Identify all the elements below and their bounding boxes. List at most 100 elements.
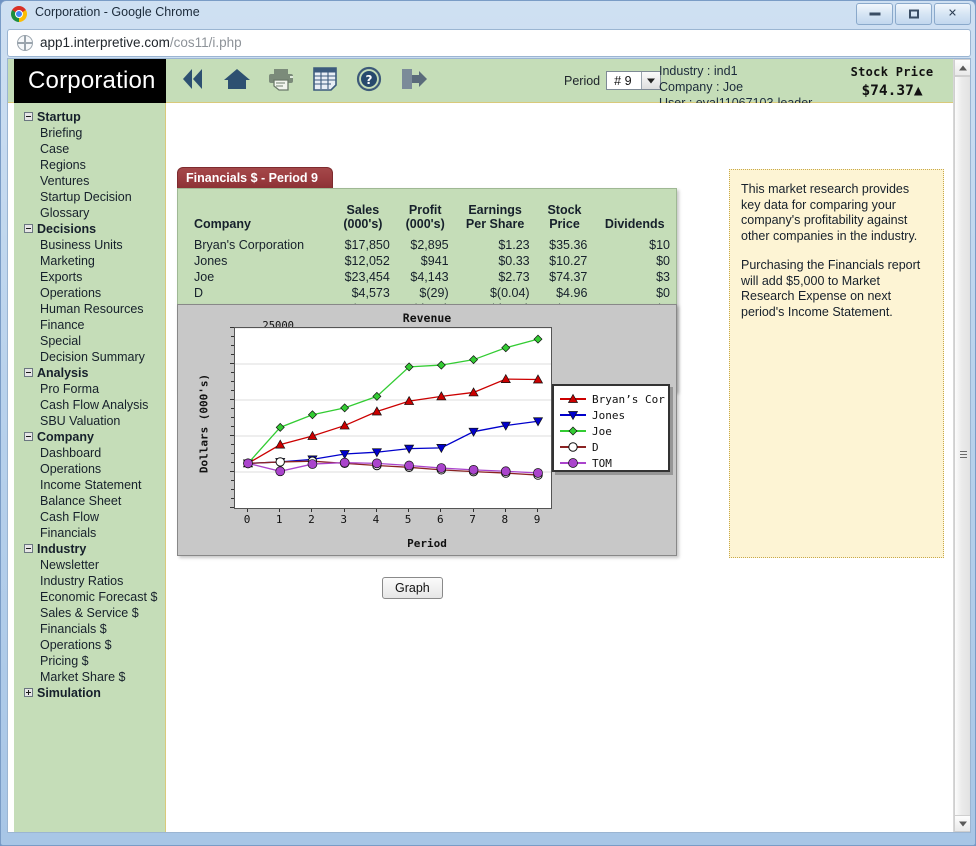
minus-icon[interactable] bbox=[24, 112, 33, 121]
stock-price-label: Stock Price bbox=[836, 65, 948, 79]
chart-x-tick-label: 6 bbox=[432, 513, 448, 526]
plus-icon[interactable] bbox=[24, 688, 33, 697]
sidebar-group-label: Decisions bbox=[37, 222, 96, 236]
sidebar-item-exports[interactable]: Exports bbox=[14, 269, 165, 285]
sidebar-item-pro-forma[interactable]: Pro Forma bbox=[14, 381, 165, 397]
minus-icon[interactable] bbox=[24, 368, 33, 377]
sidebar-item-newsletter[interactable]: Newsletter bbox=[14, 557, 165, 573]
sidebar-group-startup[interactable]: Startup bbox=[14, 109, 165, 125]
sidebar-item-economic-forecast[interactable]: Economic Forecast $ bbox=[14, 589, 165, 605]
sidebar-item-market-share[interactable]: Market Share $ bbox=[14, 669, 165, 685]
cell-eps: $(0.04) bbox=[455, 285, 536, 301]
sidebar-group-analysis[interactable]: Analysis bbox=[14, 365, 165, 381]
sidebar-item-sbu-valuation[interactable]: SBU Valuation bbox=[14, 413, 165, 429]
page-scrollbar[interactable] bbox=[953, 59, 970, 832]
chrome-logo-icon bbox=[11, 6, 27, 22]
scroll-up-button[interactable] bbox=[954, 59, 971, 76]
chart-x-tick-label: 4 bbox=[368, 513, 384, 526]
close-button[interactable]: ✕ bbox=[934, 3, 971, 25]
minimize-button[interactable] bbox=[856, 3, 893, 25]
sidebar-item-marketing[interactable]: Marketing bbox=[14, 253, 165, 269]
sidebar-group-simulation[interactable]: Simulation bbox=[14, 685, 165, 701]
sidebar-item-human-resources[interactable]: Human Resources bbox=[14, 301, 165, 317]
sidebar-item-business-units[interactable]: Business Units bbox=[14, 237, 165, 253]
period-selector[interactable]: Period # 9 bbox=[564, 71, 661, 90]
sidebar-item-sales-service[interactable]: Sales & Service $ bbox=[14, 605, 165, 621]
main-content: Financials $ - Period 9 Company Sales (0… bbox=[167, 103, 955, 832]
scroll-down-button[interactable] bbox=[954, 815, 971, 832]
sidebar-item-financials[interactable]: Financials $ bbox=[14, 621, 165, 637]
page-viewport: Corporation ? bbox=[7, 58, 971, 833]
legend-marker-icon bbox=[560, 430, 586, 432]
sidebar-item-balance-sheet[interactable]: Balance Sheet bbox=[14, 493, 165, 509]
chart-x-tick-label: 2 bbox=[303, 513, 319, 526]
chart-x-tick-label: 3 bbox=[336, 513, 352, 526]
svg-text:?: ? bbox=[366, 73, 373, 87]
sidebar-item-financials[interactable]: Financials bbox=[14, 525, 165, 541]
cell-stock-price: $35.36 bbox=[536, 237, 594, 253]
maximize-button[interactable] bbox=[895, 3, 932, 25]
sidebar-item-income-statement[interactable]: Income Statement bbox=[14, 477, 165, 493]
table-row: Jones$12,052$941$0.33$10.27$0 bbox=[178, 253, 676, 269]
scroll-thumb[interactable] bbox=[954, 76, 971, 816]
address-bar[interactable]: app1.interpretive.com/cos11/i.php bbox=[7, 29, 971, 57]
sidebar-item-decision-summary[interactable]: Decision Summary bbox=[14, 349, 165, 365]
graph-button[interactable]: Graph bbox=[382, 577, 443, 599]
sidebar-item-special[interactable]: Special bbox=[14, 333, 165, 349]
cell-stock-price: $10.27 bbox=[536, 253, 594, 269]
sidebar-group-company[interactable]: Company bbox=[14, 429, 165, 445]
sidebar-item-operations[interactable]: Operations $ bbox=[14, 637, 165, 653]
minus-icon[interactable] bbox=[24, 544, 33, 553]
table-row: Bryan's Corporation$17,850$2,895$1.23$35… bbox=[178, 237, 676, 253]
legend-item: D bbox=[554, 439, 668, 455]
sidebar-nav: StartupBriefingCaseRegionsVenturesStartu… bbox=[14, 103, 166, 832]
sidebar-item-startup-decision[interactable]: Startup Decision bbox=[14, 189, 165, 205]
sidebar-item-ventures[interactable]: Ventures bbox=[14, 173, 165, 189]
logout-icon[interactable] bbox=[398, 66, 428, 98]
legend-label: Bryan’s Cor bbox=[592, 393, 665, 406]
sidebar-group-decisions[interactable]: Decisions bbox=[14, 221, 165, 237]
sidebar-item-operations[interactable]: Operations bbox=[14, 461, 165, 477]
col-profit: Profit (000's) bbox=[396, 203, 455, 237]
chevron-down-icon[interactable] bbox=[641, 72, 660, 89]
legend-item: Bryan’s Cor bbox=[554, 391, 668, 407]
legend-label: TOM bbox=[592, 457, 612, 470]
sidebar-item-pricing[interactable]: Pricing $ bbox=[14, 653, 165, 669]
panel-tab-financials[interactable]: Financials $ - Period 9 bbox=[177, 167, 333, 188]
stock-price-block: Stock Price $74.37▲ bbox=[836, 65, 948, 99]
print-icon[interactable] bbox=[266, 66, 296, 98]
sidebar-item-briefing[interactable]: Briefing bbox=[14, 125, 165, 141]
minus-icon[interactable] bbox=[24, 224, 33, 233]
home-icon[interactable] bbox=[222, 66, 252, 98]
sidebar-item-case[interactable]: Case bbox=[14, 141, 165, 157]
sidebar-item-regions[interactable]: Regions bbox=[14, 157, 165, 173]
sidebar-item-dashboard[interactable]: Dashboard bbox=[14, 445, 165, 461]
revenue-chart: Revenue Dollars (000's) Period 050001000… bbox=[177, 304, 677, 556]
sidebar-item-glossary[interactable]: Glossary bbox=[14, 205, 165, 221]
legend-item: Jones bbox=[554, 407, 668, 423]
minus-icon[interactable] bbox=[24, 432, 33, 441]
info-panel: This market research provides key data f… bbox=[729, 169, 944, 558]
sidebar-item-operations[interactable]: Operations bbox=[14, 285, 165, 301]
period-dropdown[interactable]: # 9 bbox=[606, 71, 660, 90]
cell-eps: $2.73 bbox=[455, 269, 536, 285]
table-header-row: Company Sales (000's) Profit (000's) bbox=[178, 203, 676, 237]
cell-profit: $941 bbox=[396, 253, 455, 269]
spreadsheet-icon[interactable] bbox=[310, 66, 340, 98]
legend-label: D bbox=[592, 441, 599, 454]
globe-icon bbox=[17, 35, 33, 51]
sidebar-item-cash-flow[interactable]: Cash Flow bbox=[14, 509, 165, 525]
sidebar-group-industry[interactable]: Industry bbox=[14, 541, 165, 557]
sidebar-group-label: Simulation bbox=[37, 686, 101, 700]
cell-stock-price: $4.96 bbox=[536, 285, 594, 301]
cell-profit: $4,143 bbox=[396, 269, 455, 285]
back-icon[interactable] bbox=[178, 66, 208, 98]
sidebar-item-finance[interactable]: Finance bbox=[14, 317, 165, 333]
sidebar-item-industry-ratios[interactable]: Industry Ratios bbox=[14, 573, 165, 589]
url-path: /cos11/i.php bbox=[170, 35, 242, 50]
sidebar-item-cash-flow-analysis[interactable]: Cash Flow Analysis bbox=[14, 397, 165, 413]
col-stock-price: Stock Price bbox=[536, 203, 594, 237]
help-icon[interactable]: ? bbox=[354, 66, 384, 98]
legend-marker-icon bbox=[560, 446, 586, 448]
cell-dividends: $0 bbox=[593, 253, 676, 269]
